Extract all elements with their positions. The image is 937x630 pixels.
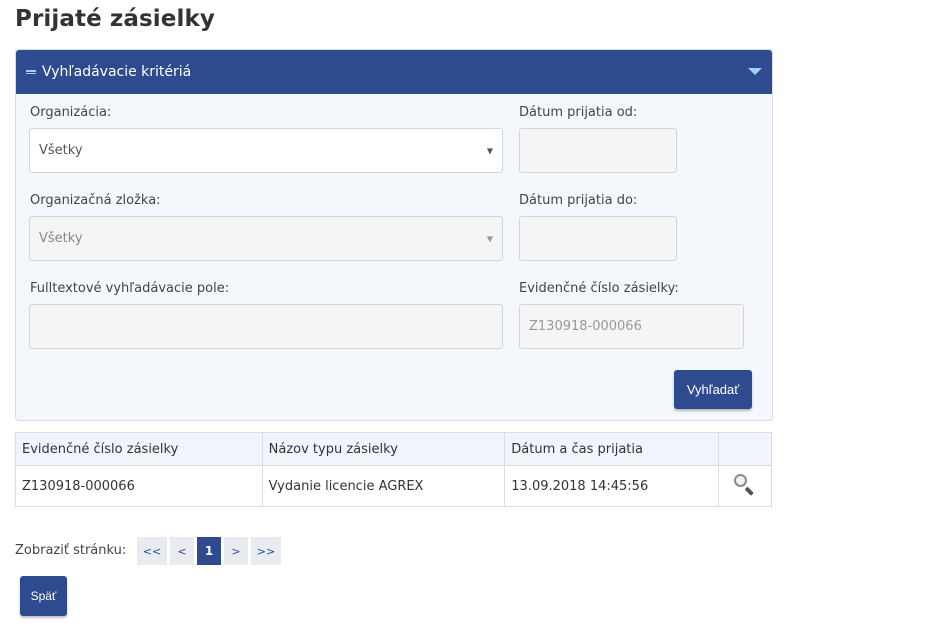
date-to-input[interactable] [519, 216, 677, 261]
fulltext-input[interactable] [29, 304, 503, 349]
table-row: Z130918-000066 Vydanie licencie AGREX 13… [15, 465, 772, 507]
column-header-received[interactable]: Dátum a čas prijatia [504, 432, 719, 466]
date-from-label: Dátum prijatia od: [519, 105, 638, 120]
magnifier-icon[interactable] [733, 473, 755, 496]
registration-number-input[interactable]: Z130918-000066 [519, 304, 744, 349]
page-title: Prijaté zásielky [15, 6, 215, 32]
pagination-label: Zobraziť stránku: [15, 543, 127, 558]
cell-received: 13.09.2018 14:45:56 [504, 465, 719, 507]
cell-number: Z130918-000066 [15, 465, 263, 507]
org-unit-label: Organizačná zložka: [30, 193, 161, 208]
date-to-label: Dátum prijatia do: [519, 193, 638, 208]
search-button[interactable]: Vyhľadať [674, 370, 752, 409]
search-criteria-panel: Vyhľadávacie kritériá Organizácia: Všetk… [15, 49, 773, 421]
registration-number-placeholder: Z130918-000066 [529, 319, 642, 334]
table-header-row: Evidenčné číslo zásielky Názov typu zási… [15, 432, 772, 466]
chevron-down-icon[interactable] [748, 68, 762, 75]
page-prev-button[interactable]: < [170, 537, 194, 565]
page-next-button[interactable]: > [224, 537, 248, 565]
search-panel-title: Vyhľadávacie kritériá [42, 64, 192, 80]
organization-select[interactable]: Všetky ▼ [29, 128, 503, 173]
fulltext-label: Fulltextové vyhľadávacie pole: [30, 281, 230, 296]
org-unit-select[interactable]: Všetky ▼ [29, 216, 503, 261]
org-unit-select-value: Všetky [39, 231, 83, 246]
collapse-icon[interactable] [26, 70, 36, 74]
registration-number-label: Evidenčné číslo zásielky: [519, 281, 679, 296]
column-header-number[interactable]: Evidenčné číslo zásielky [15, 432, 263, 466]
page-first-button[interactable]: << [137, 537, 167, 565]
pagination: << < 1 > >> [137, 537, 281, 565]
cell-type: Vydanie licencie AGREX [261, 465, 506, 507]
organization-label: Organizácia: [30, 105, 112, 120]
organization-select-value: Všetky [39, 143, 83, 158]
back-button[interactable]: Späť [20, 576, 67, 616]
results-table: Evidenčné číslo zásielky Názov typu zási… [15, 432, 772, 507]
cell-actions [718, 465, 772, 507]
caret-down-icon: ▼ [486, 234, 493, 243]
date-from-input[interactable] [519, 128, 677, 173]
column-header-type[interactable]: Názov typu zásielky [261, 432, 506, 466]
search-panel-header[interactable]: Vyhľadávacie kritériá [16, 50, 772, 94]
page-current-button[interactable]: 1 [197, 537, 221, 565]
caret-down-icon: ▼ [486, 146, 493, 155]
column-header-actions [718, 432, 772, 466]
page-last-button[interactable]: >> [251, 537, 281, 565]
